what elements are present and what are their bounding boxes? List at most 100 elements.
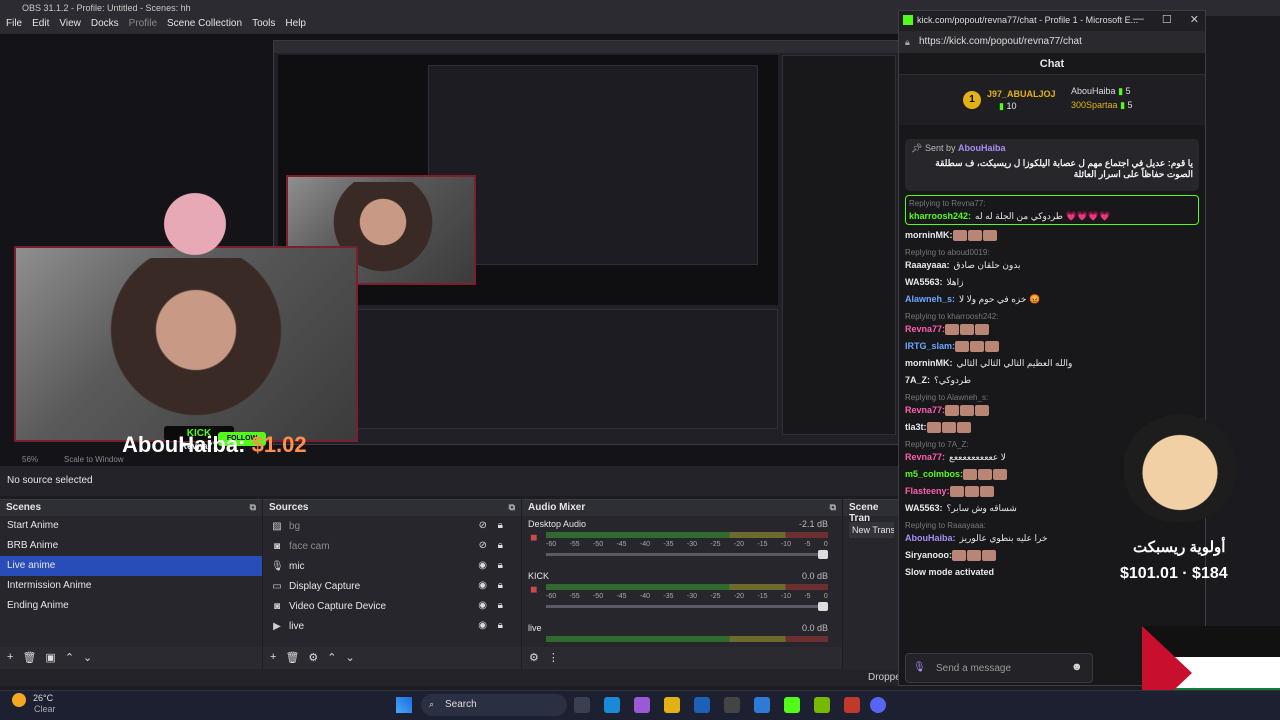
menu-file[interactable]: File: [6, 18, 22, 32]
store-icon[interactable]: [694, 697, 710, 713]
edge-icon[interactable]: [604, 697, 620, 713]
chat-username[interactable]: Revna77:: [905, 452, 945, 462]
more-icon[interactable]: ⋮: [548, 651, 559, 665]
trash-icon[interactable]: 🗑: [22, 651, 36, 665]
chat-username[interactable]: Revna77:: [905, 324, 945, 334]
move-down-icon[interactable]: ⌄: [346, 651, 355, 665]
close-icon[interactable]: ✕: [1190, 13, 1199, 26]
menu-view[interactable]: View: [59, 18, 81, 32]
maximize-icon[interactable]: ☐: [1162, 13, 1172, 26]
source-item[interactable]: 🎙︎ mic ◉ 🔒︎: [263, 556, 521, 576]
app-icon[interactable]: [754, 697, 770, 713]
scene-item[interactable]: BRB Anime: [0, 536, 262, 556]
source-item[interactable]: ◙ face cam ⊘ 🔒︎: [263, 536, 521, 556]
menu-help[interactable]: Help: [285, 18, 306, 32]
gear-icon[interactable]: ⚙: [529, 651, 539, 665]
emote-icon: [975, 405, 990, 417]
gifter-3[interactable]: 300Spartaa ▮ 5: [1071, 100, 1133, 111]
chat-username[interactable]: m5_colmbos:: [905, 469, 963, 479]
chat-username[interactable]: AbouHaiba:: [905, 533, 956, 543]
chat-username[interactable]: Siryanooo:: [905, 550, 952, 560]
emote-icon: [993, 469, 1008, 481]
chat-username[interactable]: Flasteeny:: [905, 486, 950, 496]
chat-username[interactable]: WA5563:: [905, 277, 943, 287]
menu-docks[interactable]: Docks: [91, 18, 119, 32]
chat-username[interactable]: 7A_Z:: [905, 375, 930, 385]
lock-icon[interactable]: 🔒︎: [498, 600, 503, 611]
taskbar-search[interactable]: Search: [421, 694, 567, 716]
muted-speaker-icon[interactable]: ◼: [530, 532, 537, 543]
chat-username[interactable]: Slow mode activated: [905, 567, 994, 577]
move-up-icon[interactable]: ⌃: [65, 651, 74, 665]
emoji-icon[interactable]: ☻: [1071, 661, 1083, 673]
volume-slider[interactable]: [546, 550, 828, 559]
lock-icon[interactable]: 🔒︎: [498, 620, 503, 631]
gifter-2[interactable]: AbouHaiba ▮ 5: [1071, 86, 1131, 97]
move-down-icon[interactable]: ⌄: [83, 651, 92, 665]
lock-icon[interactable]: 🔒︎: [498, 540, 503, 551]
chat-text: شساقه وش سابر؟: [946, 503, 1017, 513]
minimize-icon[interactable]: —: [1133, 13, 1144, 26]
scene-item[interactable]: Intermission Anime: [0, 576, 262, 596]
address-bar[interactable]: https://kick.com/popout/revna77/chat: [899, 31, 1205, 53]
file-explorer-icon[interactable]: [664, 697, 680, 713]
chat-username[interactable]: kharroosh242:: [909, 211, 971, 221]
transition-select[interactable]: New Transi: [849, 522, 894, 538]
eye-icon[interactable]: ◉: [478, 580, 487, 591]
menu-scene-collection[interactable]: Scene Collection: [167, 18, 242, 32]
move-up-icon[interactable]: ⌃: [327, 651, 336, 665]
trash-icon[interactable]: 🗑: [285, 651, 299, 665]
chat-username[interactable]: morninMK:: [905, 358, 953, 368]
weather-sun-icon[interactable]: [12, 693, 26, 707]
windows-start-icon[interactable]: [396, 697, 412, 713]
eye-icon[interactable]: ◉: [478, 600, 487, 611]
popout-icon[interactable]: ⧉: [830, 502, 836, 513]
obs-icon[interactable]: [724, 697, 740, 713]
app-icon[interactable]: [844, 697, 860, 713]
source-item[interactable]: ▨ bg ⊘ 🔒︎: [263, 516, 521, 536]
add-icon[interactable]: +: [7, 651, 13, 665]
chat-username[interactable]: Raaayaaa:: [905, 260, 950, 270]
copilot-icon[interactable]: [634, 697, 650, 713]
eye-hidden-icon[interactable]: ⊘: [479, 540, 487, 551]
lock-icon[interactable]: 🔒︎: [498, 580, 503, 591]
chat-username[interactable]: Alawneh_s:: [905, 294, 955, 304]
chat-username[interactable]: Revna77:: [905, 405, 945, 415]
eye-icon[interactable]: ◉: [478, 560, 487, 571]
top-gifter-name[interactable]: J97_ABUALJOJ: [987, 89, 1056, 99]
obs-preview[interactable]: KICK Revna77 FOLLOW 56% Scale to Window: [0, 34, 900, 466]
nvidia-icon[interactable]: [814, 697, 830, 713]
nested-preview-deeper: [428, 65, 758, 265]
source-item[interactable]: ▭ Display Capture ◉ 🔒︎: [263, 576, 521, 596]
add-icon[interactable]: +: [270, 651, 276, 665]
chat-username[interactable]: WA5563:: [905, 503, 943, 513]
kick-icon[interactable]: [784, 697, 800, 713]
scene-item[interactable]: Start Anime: [0, 516, 262, 536]
discord-icon[interactable]: [870, 697, 886, 713]
eye-icon[interactable]: ◉: [478, 620, 487, 631]
menu-tools[interactable]: Tools: [252, 18, 275, 32]
scene-item[interactable]: Ending Anime: [0, 596, 262, 616]
task-view-icon[interactable]: [574, 697, 590, 713]
scene-item-active[interactable]: Live anime: [0, 556, 262, 576]
muted-speaker-icon[interactable]: ◼: [530, 584, 537, 595]
microphone-icon[interactable]: 🎙︎: [913, 662, 926, 673]
source-item[interactable]: ◙ Video Capture Device ◉ 🔒︎: [263, 596, 521, 616]
weather-temp[interactable]: 26°C: [33, 693, 53, 703]
popout-icon[interactable]: ⧉: [250, 502, 256, 513]
popout-icon[interactable]: ⧉: [509, 502, 515, 513]
eye-hidden-icon[interactable]: ⊘: [479, 520, 487, 531]
source-item[interactable]: ▶ live ◉ 🔒︎: [263, 616, 521, 636]
lock-icon[interactable]: 🔒︎: [498, 560, 503, 571]
menu-edit[interactable]: Edit: [32, 18, 49, 32]
lock-icon[interactable]: 🔒︎: [498, 520, 503, 531]
chat-username[interactable]: tla3t:: [905, 422, 927, 432]
chat-username[interactable]: IRTG_slam:: [905, 341, 955, 351]
volume-slider[interactable]: [546, 602, 828, 611]
chat-username[interactable]: morninMK:: [905, 230, 953, 240]
weather-desc[interactable]: Clear: [34, 704, 56, 714]
chat-input[interactable]: Send a message: [905, 653, 1093, 683]
filter-icon[interactable]: ▣: [45, 651, 55, 665]
gear-icon[interactable]: ⚙: [308, 651, 318, 665]
menu-profile[interactable]: Profile: [129, 18, 157, 32]
